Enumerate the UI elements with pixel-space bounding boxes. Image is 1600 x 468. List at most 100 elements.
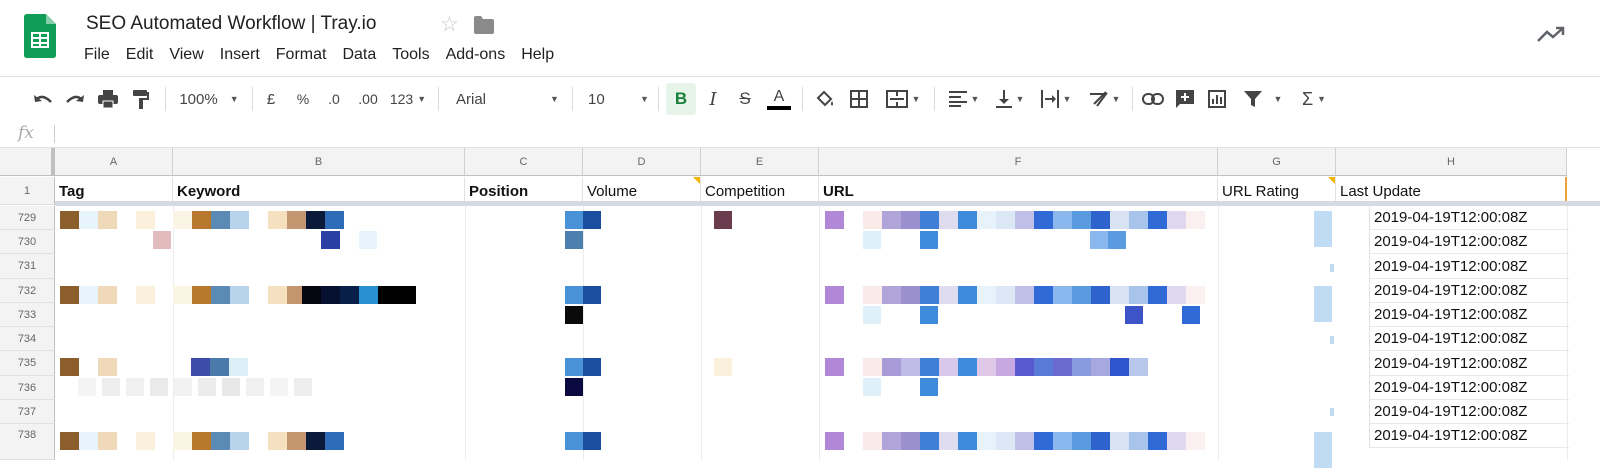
row-header[interactable]: 732 xyxy=(0,279,55,303)
menu-help[interactable]: Help xyxy=(513,46,562,64)
redacted-block xyxy=(270,378,288,396)
document-title[interactable]: SEO Automated Workflow | Tray.io xyxy=(86,13,376,35)
column-header-e[interactable]: E xyxy=(701,148,819,176)
last-update-cell[interactable]: 2019-04-19T12:00:08Z xyxy=(1369,351,1569,376)
column-header-f[interactable]: F xyxy=(819,148,1218,176)
select-all-corner[interactable] xyxy=(0,148,55,176)
chevron-down-icon: ▼ xyxy=(640,94,649,104)
redacted-block xyxy=(230,432,249,450)
redacted-block xyxy=(1110,211,1129,229)
insert-comment-icon[interactable] xyxy=(1172,77,1198,121)
text-rotation-icon[interactable]: ▼ xyxy=(1082,77,1126,121)
menu-edit[interactable]: Edit xyxy=(118,46,162,64)
redo-icon[interactable] xyxy=(62,77,88,121)
row-header[interactable]: 734 xyxy=(0,327,55,351)
undo-icon[interactable] xyxy=(30,77,56,121)
redacted-block xyxy=(958,286,977,304)
bold-button[interactable]: B xyxy=(666,83,696,115)
redacted-block xyxy=(977,358,996,376)
menu-data[interactable]: Data xyxy=(334,46,384,64)
redacted-block xyxy=(397,286,416,304)
column-header-c[interactable]: C xyxy=(465,148,583,176)
row-header[interactable]: 736 xyxy=(0,376,55,400)
formula-input[interactable] xyxy=(62,124,1562,144)
redacted-block xyxy=(939,358,958,376)
last-update-cell[interactable]: 2019-04-19T12:00:08Z xyxy=(1369,230,1569,254)
redacted-block xyxy=(901,211,920,229)
text-wrapping-icon[interactable]: ▼ xyxy=(1036,77,1076,121)
sheets-logo-icon[interactable] xyxy=(24,14,56,58)
insert-link-icon[interactable] xyxy=(1140,77,1166,121)
row-header-1[interactable]: 1 xyxy=(0,177,55,205)
align-left-icon[interactable]: ▼ xyxy=(944,77,984,121)
redacted-block xyxy=(901,358,920,376)
row-header[interactable]: 730 xyxy=(0,230,55,254)
row-header[interactable]: 737 xyxy=(0,400,55,424)
filter-icon[interactable]: ▼ xyxy=(1238,77,1288,121)
star-icon[interactable]: ☆ xyxy=(440,12,459,37)
redacted-block xyxy=(1072,211,1091,229)
functions-icon[interactable]: Σ ▼ xyxy=(1294,77,1334,121)
redacted-block xyxy=(1015,211,1034,229)
last-update-cell[interactable]: 2019-04-19T12:00:08Z xyxy=(1369,424,1569,448)
menu-tools[interactable]: Tools xyxy=(384,46,437,64)
redacted-block xyxy=(565,432,583,450)
menu-view[interactable]: View xyxy=(161,46,211,64)
increase-decimal-button[interactable]: .00 xyxy=(354,77,382,121)
decrease-decimal-button[interactable]: .0 xyxy=(322,77,346,121)
menu-insert[interactable]: Insert xyxy=(212,46,268,64)
redacted-block xyxy=(1167,286,1186,304)
redacted-block xyxy=(359,231,377,249)
redacted-block xyxy=(136,432,155,450)
menu-addons[interactable]: Add-ons xyxy=(438,46,514,64)
redacted-block xyxy=(844,358,863,376)
redacted-block xyxy=(1053,358,1072,376)
redacted-block xyxy=(211,432,230,450)
column-header-d[interactable]: D xyxy=(583,148,701,176)
last-update-cell[interactable]: 2019-04-19T12:00:08Z xyxy=(1369,206,1569,230)
redacted-block xyxy=(1129,286,1148,304)
redacted-block xyxy=(1314,286,1332,322)
column-header-h[interactable]: H xyxy=(1336,148,1567,176)
text-color-button[interactable]: A xyxy=(764,77,794,121)
italic-button[interactable]: I xyxy=(700,77,726,121)
redacted-block xyxy=(1330,408,1334,416)
merge-cells-icon[interactable]: ▼ xyxy=(880,77,926,121)
column-header-b[interactable]: B xyxy=(173,148,465,176)
percent-button[interactable]: % xyxy=(294,77,312,121)
redacted-block xyxy=(583,358,601,376)
print-icon[interactable] xyxy=(95,77,121,121)
menu-format[interactable]: Format xyxy=(268,46,335,64)
redacted-block xyxy=(173,211,192,229)
last-update-cell[interactable]: 2019-04-19T12:00:08Z xyxy=(1369,254,1569,279)
strikethrough-button[interactable]: S xyxy=(732,77,758,121)
currency-button[interactable]: £ xyxy=(262,77,280,121)
borders-icon[interactable] xyxy=(846,77,872,121)
title-bar: SEO Automated Workflow | Tray.io ☆ File … xyxy=(0,0,1600,76)
row-header[interactable]: 735 xyxy=(0,351,55,376)
row-header[interactable]: 738 xyxy=(0,424,55,460)
menu-file[interactable]: File xyxy=(76,46,118,64)
zoom-select[interactable]: 100% ▼ xyxy=(176,77,242,121)
redacted-block xyxy=(117,211,136,229)
last-update-cell[interactable]: 2019-04-19T12:00:08Z xyxy=(1369,327,1569,351)
row-header[interactable]: 729 xyxy=(0,206,55,230)
font-family-select[interactable]: Arial ▼ xyxy=(456,77,562,121)
fill-color-icon[interactable] xyxy=(812,77,838,121)
row-header[interactable]: 731 xyxy=(0,254,55,279)
insert-chart-icon[interactable] xyxy=(1204,77,1230,121)
folder-icon[interactable] xyxy=(474,16,494,34)
trending-up-icon[interactable] xyxy=(1536,24,1566,44)
font-size-select[interactable]: 10 ▼ xyxy=(588,77,652,121)
number-format-select[interactable]: 123 ▼ xyxy=(388,77,428,121)
paint-format-icon[interactable] xyxy=(128,77,154,121)
column-header-a[interactable]: A xyxy=(55,148,173,176)
column-header-g[interactable]: G xyxy=(1218,148,1336,176)
last-update-cell[interactable]: 2019-04-19T12:00:08Z xyxy=(1369,279,1569,303)
redacted-block xyxy=(268,286,287,304)
last-update-cell[interactable]: 2019-04-19T12:00:08Z xyxy=(1369,400,1569,424)
vertical-align-icon[interactable]: ▼ xyxy=(990,77,1030,121)
last-update-cell[interactable]: 2019-04-19T12:00:08Z xyxy=(1369,303,1569,327)
row-header[interactable]: 733 xyxy=(0,303,55,327)
last-update-cell[interactable]: 2019-04-19T12:00:08Z xyxy=(1369,376,1569,400)
